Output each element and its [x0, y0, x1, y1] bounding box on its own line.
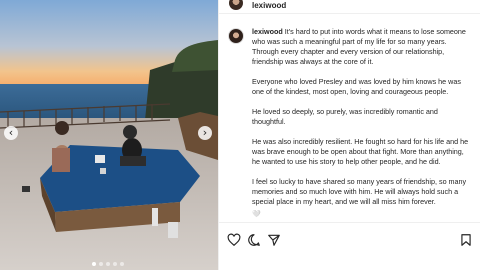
post-detail-panel: lexiwood lexiwood It's hard to put into … [218, 0, 480, 271]
caption-paragraph-5: I feel so lucky to have shared so many y… [252, 177, 467, 206]
carousel-dot [106, 262, 110, 266]
caption-paragraph-2: Everyone who loved Presley and was loved… [252, 77, 461, 96]
carousel-dots [92, 262, 124, 266]
carousel-dot [120, 262, 124, 266]
post-photo [0, 0, 218, 270]
previous-photo-button[interactable]: ‹ [4, 126, 18, 140]
share-icon[interactable] [267, 233, 281, 247]
next-photo-button[interactable]: › [198, 126, 212, 140]
post-header: lexiwood [219, 0, 480, 14]
caption-paragraph-4: He was also incredibly resilient. He fou… [252, 137, 469, 166]
carousel-dot [99, 262, 103, 266]
caption-avatar[interactable] [228, 28, 244, 44]
bookmark-icon[interactable] [459, 233, 473, 247]
caption-username[interactable]: lexiwood [252, 27, 283, 36]
caption-paragraph-3: He loved so deeply, so purely, was incre… [252, 107, 438, 126]
author-avatar[interactable] [229, 0, 243, 10]
post-caption: lexiwood It's hard to put into words wha… [252, 27, 472, 219]
caption-text-1: It's hard to put into words what it mean… [252, 27, 466, 66]
heart-icon[interactable] [227, 233, 241, 247]
post-media: ‹ › [0, 0, 218, 270]
carousel-dot [92, 262, 96, 266]
white-heart-emoji: 🤍 [252, 210, 261, 218]
author-username[interactable]: lexiwood [252, 1, 286, 10]
carousel-dot [113, 262, 117, 266]
caption-paragraph-1: lexiwood It's hard to put into words wha… [252, 27, 472, 67]
comment-icon[interactable] [247, 233, 261, 247]
action-bar [219, 222, 480, 271]
